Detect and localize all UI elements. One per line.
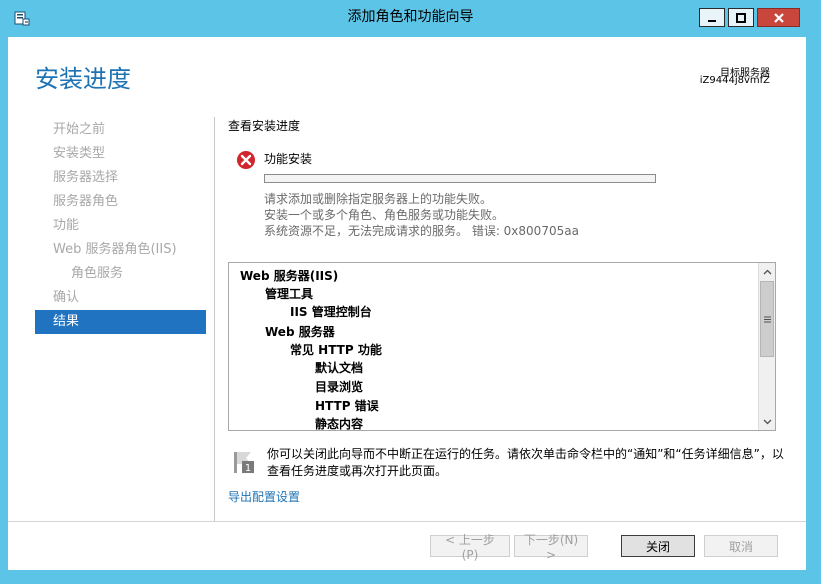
wizard-client-area: 安装进度 目标服务器 iZ9444j8vmfZ 开始之前 安装类型 服务器选择 … [8,37,806,570]
feature-install-label: 功能安装 [264,152,313,166]
tree-item: 管理工具 [265,287,314,301]
nav-divider [214,117,215,521]
tree-item: 静态内容 [315,417,364,430]
cancel-button[interactable]: 取消 [704,535,778,557]
grip-icon [763,316,771,322]
maximize-button[interactable] [728,8,754,27]
info-note: 你可以关闭此向导而不中断正在运行的任务。请依次单击命令栏中的“通知”和“任务详细… [267,447,784,478]
tree-item: HTTP 错误 [315,399,379,413]
nav-item-web-server-role[interactable]: Web 服务器角色(IIS) [35,238,206,262]
tree-item: Web 服务器 [265,325,335,339]
next-button[interactable]: 下一步(N) > [514,533,588,562]
tree-item: IIS 管理控制台 [290,305,372,319]
nav-item-server-selection[interactable]: 服务器选择 [35,166,206,190]
nav-item-installation-type[interactable]: 安装类型 [35,142,206,166]
error-message-3: 系统资源不足，无法完成请求的服务。 错误: 0x800705aa [264,224,579,238]
scroll-up-button[interactable] [759,263,775,280]
close-icon [773,12,784,23]
notification-badge-number: 1 [245,463,251,474]
nav-item-before-you-begin[interactable]: 开始之前 [35,118,206,142]
close-button[interactable]: 关闭 [621,535,695,557]
nav-item-server-roles[interactable]: 服务器角色 [35,190,206,214]
section-title: 查看安装进度 [228,119,301,133]
window-title: 添加角色和功能向导 [347,9,474,25]
nav-item-features[interactable]: 功能 [35,214,206,238]
wizard-nav: 开始之前 安装类型 服务器选择 服务器角色 功能 Web 服务器角色(IIS) … [35,118,206,334]
chevron-down-icon [763,419,771,424]
tree-item: Web 服务器(IIS) [240,269,339,283]
chevron-up-icon [763,269,771,274]
minimize-icon [708,19,716,22]
error-icon [237,151,255,169]
installed-features-list[interactable]: Web 服务器(IIS) 管理工具 IIS 管理控制台 Web 服务器 常见 H… [228,262,776,431]
wizard-window: 添加角色和功能向导 安装进度 目标服务器 iZ9444j8vmfZ 开始之前 安… [0,0,821,584]
close-window-button[interactable] [757,8,800,27]
notification-flag-icon: 1 [234,452,254,474]
tree-item: 常见 HTTP 功能 [290,343,382,357]
scroll-down-button[interactable] [759,413,775,430]
page-title: 安装进度 [35,65,131,93]
install-progress-bar [264,174,656,183]
target-server-name: iZ9444j8vmfZ [699,75,770,86]
error-message-1: 请求添加或删除指定服务器上的功能失败。 [264,192,493,206]
nav-item-results[interactable]: 结果 [35,310,206,334]
minimize-button[interactable] [699,8,725,27]
tree-scrollbar[interactable] [758,263,775,430]
footer-divider [8,521,806,522]
nav-item-confirmation[interactable]: 确认 [35,286,206,310]
previous-button[interactable]: < 上一步(P) [430,533,510,562]
tree-item: 目录浏览 [315,380,364,394]
tree-item: 默认文档 [315,361,364,375]
title-bar[interactable]: 添加角色和功能向导 [0,0,821,34]
maximize-icon [736,12,746,23]
scroll-thumb[interactable] [760,281,774,357]
export-configuration-link[interactable]: 导出配置设置 [228,488,300,505]
nav-item-role-services[interactable]: 角色服务 [35,262,206,286]
error-message-2: 安装一个或多个角色、角色服务或功能失败。 [264,208,505,222]
